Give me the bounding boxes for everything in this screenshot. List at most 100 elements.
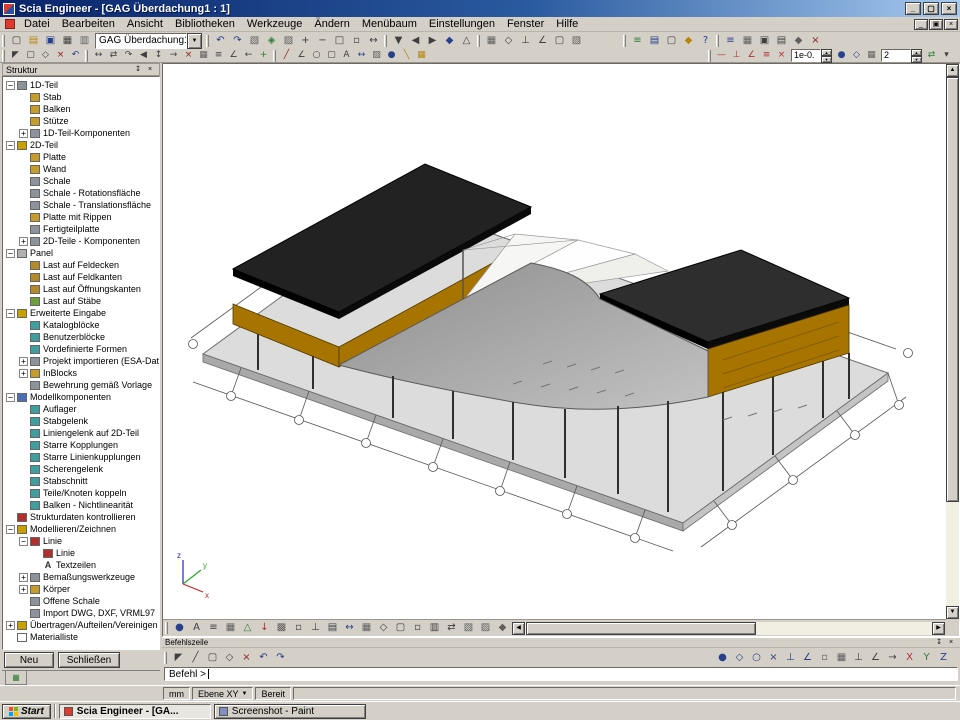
tree-item-2d-teil[interactable]: −2D-Teil xyxy=(4,139,159,151)
tree-item-modellkomponenten[interactable]: −Modellkomponenten xyxy=(4,391,159,403)
menu-ansicht[interactable]: Ansicht xyxy=(121,18,169,30)
project-combo-value[interactable]: GAG Überdachung1 xyxy=(95,33,187,49)
tree-item-scherengelenk[interactable]: Scherengelenk xyxy=(4,463,159,475)
lock-x-icon[interactable]: X xyxy=(901,650,918,665)
tree-item-panel[interactable]: −Panel xyxy=(4,247,159,259)
section-icon[interactable]: ▧ xyxy=(568,33,585,48)
scale-input-value[interactable]: 2 xyxy=(881,49,911,62)
array-icon[interactable]: ▦ xyxy=(196,49,211,62)
collapse-icon[interactable]: − xyxy=(6,309,15,318)
select-rect-icon[interactable]: ▢ xyxy=(204,650,221,665)
pointer-icon[interactable]: ◤ xyxy=(170,650,187,665)
polyline-icon[interactable]: ∠ xyxy=(294,49,309,62)
intersect-mode-icon[interactable]: × xyxy=(238,650,255,665)
menu-andern[interactable]: Ändern xyxy=(308,18,355,30)
activity-icon[interactable]: ◈ xyxy=(263,33,280,48)
vertical-scroll-thumb[interactable] xyxy=(946,77,959,502)
trim-icon[interactable]: ∠ xyxy=(226,49,241,62)
tree-item-liniengelenk-auf-2d-teil[interactable]: Liniengelenk auf 2D-Teil xyxy=(4,427,159,439)
results-icon[interactable]: ▤ xyxy=(646,33,663,48)
print-picture-icon[interactable]: ▥ xyxy=(426,621,443,636)
command-input[interactable]: Befehl > xyxy=(164,667,958,681)
copy-picture-icon[interactable]: ⇄ xyxy=(443,621,460,636)
grid-display-icon[interactable]: ▦ xyxy=(358,621,375,636)
select-rect-icon[interactable]: ▢ xyxy=(23,49,38,62)
stretch-icon[interactable]: → xyxy=(166,49,181,62)
tree-item-starre-kopplungen[interactable]: Starre Kopplungen xyxy=(4,439,159,451)
model-canvas[interactable]: z y x xyxy=(163,64,946,619)
expand-icon[interactable]: + xyxy=(6,621,15,630)
beam-icon[interactable]: ╲ xyxy=(399,49,414,62)
polar-tracking-icon[interactable]: ∠ xyxy=(867,650,884,665)
expand-icon[interactable]: + xyxy=(19,585,28,594)
rotate-icon[interactable]: ↷ xyxy=(121,49,136,62)
shading-icon[interactable]: ▨ xyxy=(477,621,494,636)
angle-icon[interactable]: ∠ xyxy=(744,49,759,62)
scale-icon[interactable]: ↕ xyxy=(151,49,166,62)
node-display-icon[interactable]: ● xyxy=(171,621,188,636)
model-data-icon[interactable]: ▤ xyxy=(324,621,341,636)
snap-orthogonal-icon[interactable]: ⊥ xyxy=(782,650,799,665)
deselect-icon[interactable]: × xyxy=(53,49,68,62)
text-icon[interactable]: A xyxy=(339,49,354,62)
tree-item-offene-schale[interactable]: Offene Schale xyxy=(4,595,159,607)
pan-icon[interactable]: ↔ xyxy=(365,33,382,48)
tree-item-platte[interactable]: Platte xyxy=(4,151,159,163)
menu-bibliotheken[interactable]: Bibliotheken xyxy=(169,18,241,30)
vertical-scrollbar[interactable]: ▲ ▼ xyxy=(946,64,959,619)
perspective-icon[interactable]: △ xyxy=(458,33,475,48)
beam-labels-icon[interactable]: ≡ xyxy=(205,621,222,636)
select-line-icon[interactable]: ╱ xyxy=(187,650,204,665)
grid-icon[interactable]: ▦ xyxy=(483,33,500,48)
collapse-icon[interactable]: − xyxy=(6,525,15,534)
calculation-icon[interactable]: ≡ xyxy=(629,33,646,48)
tree-item-wand[interactable]: Wand xyxy=(4,163,159,175)
tree-item-linie[interactable]: Linie xyxy=(4,547,159,559)
expand-icon[interactable]: + xyxy=(19,357,28,366)
line-grid-icon[interactable]: ▦ xyxy=(833,650,850,665)
tree-item-last-auf-feldecken[interactable]: Last auf Feldecken xyxy=(4,259,159,271)
tree-item-teile-knoten-koppeln[interactable]: Teile/Knoten koppeln xyxy=(4,487,159,499)
ucs-icon[interactable]: ⊥ xyxy=(517,33,534,48)
spin-up-icon[interactable]: ▲ xyxy=(911,49,922,56)
view-top-icon[interactable]: ▼ xyxy=(390,33,407,48)
snap-intersection-icon[interactable]: × xyxy=(765,650,782,665)
menu-hilfe[interactable]: Hilfe xyxy=(550,18,584,30)
step-input-value[interactable]: 1e-0. xyxy=(791,49,821,62)
tree-item-last-auf-feldkanten[interactable]: Last auf Feldkanten xyxy=(4,271,159,283)
project-combo[interactable]: GAG Überdachung1 ▼ xyxy=(95,33,202,49)
load-display-icon[interactable]: ↓ xyxy=(256,621,273,636)
scroll-right-icon[interactable]: ▶ xyxy=(932,622,945,635)
dimension-icon[interactable]: ↔ xyxy=(354,49,369,62)
delete-icon[interactable]: × xyxy=(181,49,196,62)
tree-item-benutzerblocke[interactable]: Benutzerblöcke xyxy=(4,331,159,343)
new-document-icon[interactable]: ▢ xyxy=(8,33,25,48)
tree-item-last-auf-stabe[interactable]: Last auf Stäbe xyxy=(4,295,159,307)
collapse-icon[interactable]: − xyxy=(6,249,15,258)
extend-icon[interactable]: ← xyxy=(241,49,256,62)
tree-item-modellieren-zeichnen[interactable]: −Modellieren/Zeichnen xyxy=(4,523,159,535)
struktur-panel-tab[interactable]: ▦ xyxy=(5,671,27,685)
previous-selection-icon[interactable]: ↶ xyxy=(68,49,83,62)
picture-gallery-icon[interactable]: ▣ xyxy=(756,33,773,48)
zoom-out-icon[interactable]: − xyxy=(314,33,331,48)
expand-icon[interactable]: + xyxy=(19,573,28,582)
view-parameters-icon[interactable]: ▨ xyxy=(280,33,297,48)
report-icon[interactable]: ▤ xyxy=(773,33,790,48)
tree-item-1d-teil-komponenten[interactable]: +1D-Teil-Komponenten xyxy=(4,127,159,139)
tree-item-platte-mit-rippen[interactable]: Platte mit Rippen xyxy=(4,211,159,223)
snap-endpoint-icon[interactable]: ● xyxy=(714,650,731,665)
tree-item-1d-teil[interactable]: −1D-Teil xyxy=(4,79,159,91)
tree-item-ubertragen-aufteilen-vereinigen[interactable]: +Übertragen/Aufteilen/Vereinigen xyxy=(4,619,159,631)
print-preview-icon[interactable]: ▥ xyxy=(76,33,93,48)
pin-icon[interactable]: ↧ xyxy=(132,65,144,75)
previous-command-icon[interactable]: ↶ xyxy=(255,650,272,665)
scroll-down-icon[interactable]: ▼ xyxy=(946,606,959,619)
tree-item-auflager[interactable]: Auflager xyxy=(4,403,159,415)
snap-grid-icon[interactable]: ▦ xyxy=(864,49,879,62)
hatch-icon[interactable]: ▨ xyxy=(369,49,384,62)
tree-item-stabschnitt[interactable]: Stabschnitt xyxy=(4,475,159,487)
properties-icon[interactable]: ≡ xyxy=(722,33,739,48)
tree-item-linie[interactable]: −Linie xyxy=(4,535,159,547)
lock-y-icon[interactable]: Y xyxy=(918,650,935,665)
